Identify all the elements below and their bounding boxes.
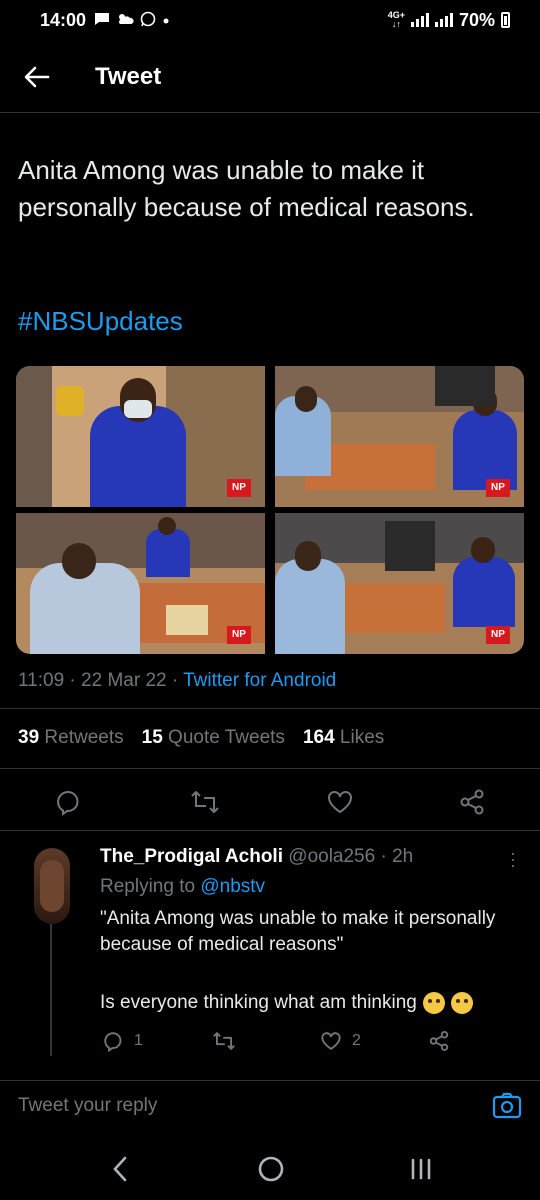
tweet-time: 11:09 xyxy=(18,670,65,691)
more-options-icon[interactable]: · · · xyxy=(510,844,516,874)
retweet-button[interactable] xyxy=(190,788,220,821)
watermark-logo: NP xyxy=(486,479,510,497)
camera-button[interactable] xyxy=(492,1091,522,1121)
tweet-meta: 11:09 · 22 Mar 22 · Twitter for Android xyxy=(18,670,336,692)
reply-author-name[interactable]: The_Prodigal Acholi xyxy=(100,846,283,867)
reply-icon xyxy=(104,1032,122,1052)
share-icon xyxy=(429,1031,449,1051)
photo-4[interactable]: NP xyxy=(275,513,524,654)
thinking-emoji-icon xyxy=(422,992,445,1014)
photo-3[interactable]: NP xyxy=(16,513,265,654)
share-button[interactable] xyxy=(458,788,486,821)
tweet-text: Anita Among was unable to make it person… xyxy=(18,155,475,222)
watermark-logo: NP xyxy=(486,626,510,644)
stats-divider xyxy=(0,768,540,769)
quotes-stat[interactable]: 15 Quote Tweets xyxy=(142,727,285,749)
watermark-logo: NP xyxy=(227,479,251,497)
tweet-stats: 39 Retweets 15 Quote Tweets 164 Likes xyxy=(18,727,384,749)
signal-icon-2 xyxy=(434,13,453,27)
photo-1[interactable]: NP xyxy=(16,366,265,507)
likes-stat[interactable]: 164 Likes xyxy=(303,727,384,749)
reply-input[interactable]: Tweet your reply xyxy=(18,1095,157,1117)
reply-reply-count: 1 xyxy=(134,1032,143,1049)
reply-icon xyxy=(57,790,79,816)
thread-line xyxy=(50,924,52,1056)
avatar[interactable] xyxy=(34,848,70,924)
back-button[interactable] xyxy=(22,62,52,92)
reply-retweet-button[interactable] xyxy=(212,1030,236,1052)
reply-age: 2h xyxy=(392,846,414,867)
arrow-left-icon xyxy=(24,66,50,88)
actions-divider xyxy=(0,830,540,831)
share-icon xyxy=(460,789,484,815)
nav-back-button[interactable] xyxy=(108,1154,132,1189)
reply-composer: Tweet your reply xyxy=(0,1080,540,1132)
nav-home-button[interactable] xyxy=(256,1154,286,1189)
reply-author-handle: @oola256 xyxy=(288,846,376,867)
app-header: Tweet xyxy=(0,44,540,110)
chevron-left-icon xyxy=(113,1156,127,1182)
battery-level: 70% xyxy=(458,9,495,30)
status-bar: 14:00 4G+ ↓↑ 70% xyxy=(0,0,540,40)
network-type: 4G+ ↓↑ xyxy=(387,10,405,29)
tweet-actions xyxy=(0,780,540,824)
meta-dot: · xyxy=(171,670,184,691)
home-circle-icon xyxy=(258,1156,284,1182)
replying-to: Replying to @nbstv xyxy=(100,876,266,897)
reply-share-button[interactable] xyxy=(428,1030,450,1052)
heart-icon xyxy=(321,1032,341,1050)
recents-icon xyxy=(411,1158,431,1180)
source-link[interactable]: Twitter for Android xyxy=(183,670,336,691)
heart-icon xyxy=(328,791,352,814)
reply-reply-button[interactable]: 1 xyxy=(102,1030,143,1052)
media-grid: NP NP NP NP xyxy=(16,366,524,654)
header-divider xyxy=(0,112,540,113)
page-title: Tweet xyxy=(95,63,162,90)
meta-dot: · xyxy=(380,846,393,867)
like-button[interactable] xyxy=(326,788,354,821)
camera-icon xyxy=(492,1092,522,1119)
meta-divider xyxy=(0,708,540,709)
replying-to-link[interactable]: @nbstv xyxy=(200,876,265,897)
weather-icon xyxy=(116,12,134,29)
notification-dot-icon xyxy=(162,12,170,28)
photo-2[interactable]: NP xyxy=(275,366,524,507)
signal-icon xyxy=(410,13,429,27)
meta-dot: · xyxy=(69,670,82,691)
reply-text: "Anita Among was unable to make it perso… xyxy=(100,908,496,955)
battery-icon xyxy=(501,12,510,28)
reply-tweet[interactable]: The_Prodigal Acholi @oola256 · 2h · · · Re… xyxy=(0,842,540,1072)
retweet-icon xyxy=(213,1032,235,1050)
reply-like-count: 2 xyxy=(352,1032,361,1049)
tweet-date: 22 Mar 22 xyxy=(81,670,167,691)
reply-button[interactable] xyxy=(54,788,82,821)
hashtag-link[interactable]: #NBSUpdates xyxy=(18,306,183,337)
laughing-emoji-icon xyxy=(450,992,473,1014)
reply-text-2: Is everyone thinking what am thinking xyxy=(100,990,520,1016)
system-nav-bar xyxy=(0,1140,540,1200)
whatsapp-icon xyxy=(140,11,156,30)
reply-actions: 1 2 xyxy=(100,1030,460,1058)
retweet-icon xyxy=(191,791,219,813)
retweets-stat[interactable]: 39 Retweets xyxy=(18,727,124,749)
message-icon xyxy=(94,12,110,29)
nav-recents-button[interactable] xyxy=(408,1154,434,1189)
reply-header: The_Prodigal Acholi @oola256 · 2h xyxy=(100,846,413,868)
watermark-logo: NP xyxy=(227,626,251,644)
reply-like-button[interactable]: 2 xyxy=(320,1030,361,1052)
clock: 14:00 xyxy=(40,9,87,30)
